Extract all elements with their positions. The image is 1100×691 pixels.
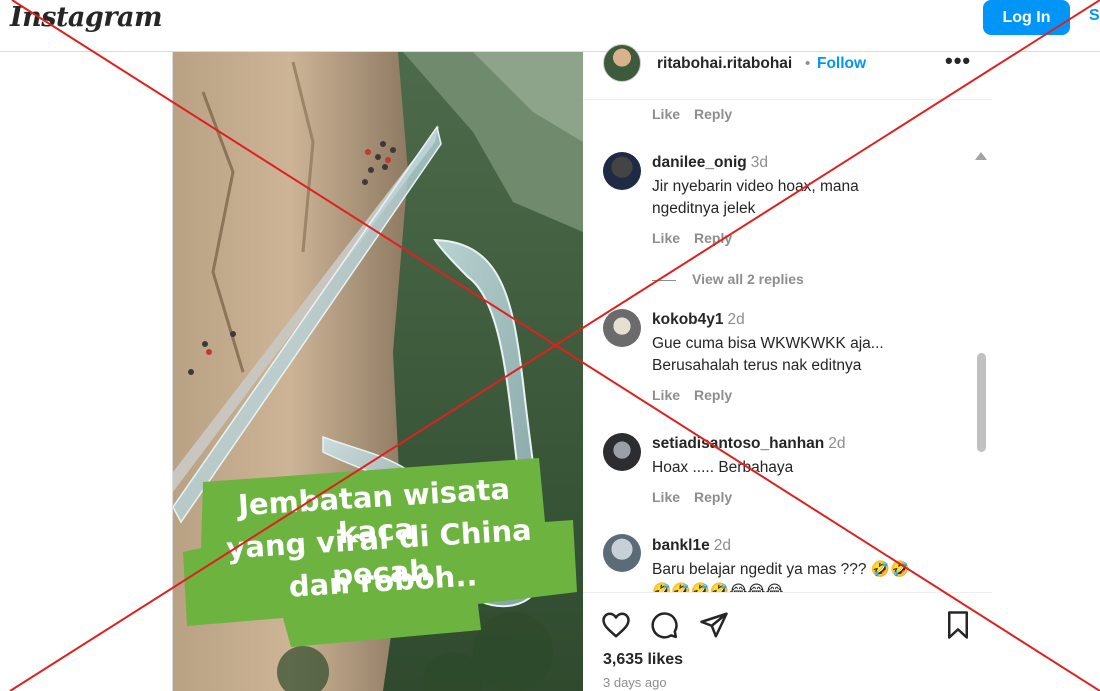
comment-icon[interactable]	[649, 610, 679, 640]
comment-time: 3d	[750, 154, 768, 171]
commenter-avatar[interactable]	[603, 433, 641, 471]
more-icon[interactable]: •••	[945, 48, 971, 74]
login-button[interactable]: Log In	[983, 0, 1070, 35]
scrollbar-thumb[interactable]	[977, 353, 986, 452]
instagram-logo[interactable]: Instagram	[10, 2, 163, 33]
comment-meta: Like Reply	[652, 230, 746, 246]
comment-username[interactable]: bankl1e 2d	[652, 537, 731, 555]
comment-text: Gue cuma bisa WKWKWKK aja... Berusahalah…	[652, 335, 884, 374]
post-timestamp[interactable]: 3 days ago	[603, 675, 667, 690]
heart-icon[interactable]	[601, 610, 631, 640]
commenter-avatar[interactable]	[603, 152, 641, 190]
view-replies-link[interactable]: View all 2 replies	[652, 271, 804, 287]
comment-text: Jir nyebarin video hoax, mana ngeditnya …	[652, 178, 859, 217]
comment-time: 2d	[727, 311, 745, 328]
comment-username[interactable]: kokob4y1 2d	[652, 311, 745, 329]
post-dialog: Jembatan wisata kaca yang viral di China…	[172, 44, 992, 691]
share-icon[interactable]	[699, 610, 729, 640]
scroll-up-arrow[interactable]	[975, 152, 987, 160]
follow-button[interactable]: Follow	[817, 55, 866, 73]
post-sidebar: ritabohai.ritabohai • Follow ••• Like Rep…	[583, 44, 992, 691]
post-header: ritabohai.ritabohai • Follow •••	[583, 44, 992, 100]
like-link[interactable]: Like	[652, 230, 680, 246]
comment-text: Hoax ..... Berbahaya	[652, 459, 794, 476]
like-link[interactable]: Like	[652, 387, 680, 403]
bookmark-icon[interactable]	[943, 610, 973, 640]
comment-meta: Like Reply	[652, 106, 746, 122]
post-actions: 3,635 likes 3 days ago	[583, 592, 992, 691]
post-video[interactable]: Jembatan wisata kaca yang viral di China…	[173, 52, 583, 691]
comments-list[interactable]: Like Reply danilee_onig 3d Jir nyebarin vi…	[583, 100, 992, 592]
reply-link[interactable]: Reply	[694, 489, 732, 505]
signup-link[interactable]: S	[1089, 7, 1100, 25]
video-frame-image	[173, 52, 583, 691]
reply-link[interactable]: Reply	[694, 230, 732, 246]
comment-time: 2d	[828, 435, 846, 452]
comment-username[interactable]: danilee_onig 3d	[652, 154, 768, 172]
separator-dot: •	[805, 55, 811, 72]
top-bar: Instagram Log In S	[0, 0, 1100, 52]
like-link[interactable]: Like	[652, 106, 680, 122]
reply-link[interactable]: Reply	[694, 106, 732, 122]
author-username[interactable]: ritabohai.ritabohai	[657, 55, 792, 73]
comment-meta: Like Reply	[652, 489, 746, 505]
comment-text: Baru belajar ngedit ya mas ??? 🤣🤣 🤣🤣🤣🤣😂😂…	[652, 561, 910, 592]
author-avatar[interactable]	[603, 44, 641, 82]
like-link[interactable]: Like	[652, 489, 680, 505]
comment-time: 2d	[713, 537, 731, 554]
comment-meta: Like Reply	[652, 387, 746, 403]
comment-username[interactable]: setiadisantoso_hanhan 2d	[652, 435, 846, 453]
likes-count[interactable]: 3,635 likes	[603, 651, 683, 669]
commenter-avatar[interactable]	[603, 309, 641, 347]
reply-link[interactable]: Reply	[694, 387, 732, 403]
commenter-avatar[interactable]	[603, 534, 641, 572]
